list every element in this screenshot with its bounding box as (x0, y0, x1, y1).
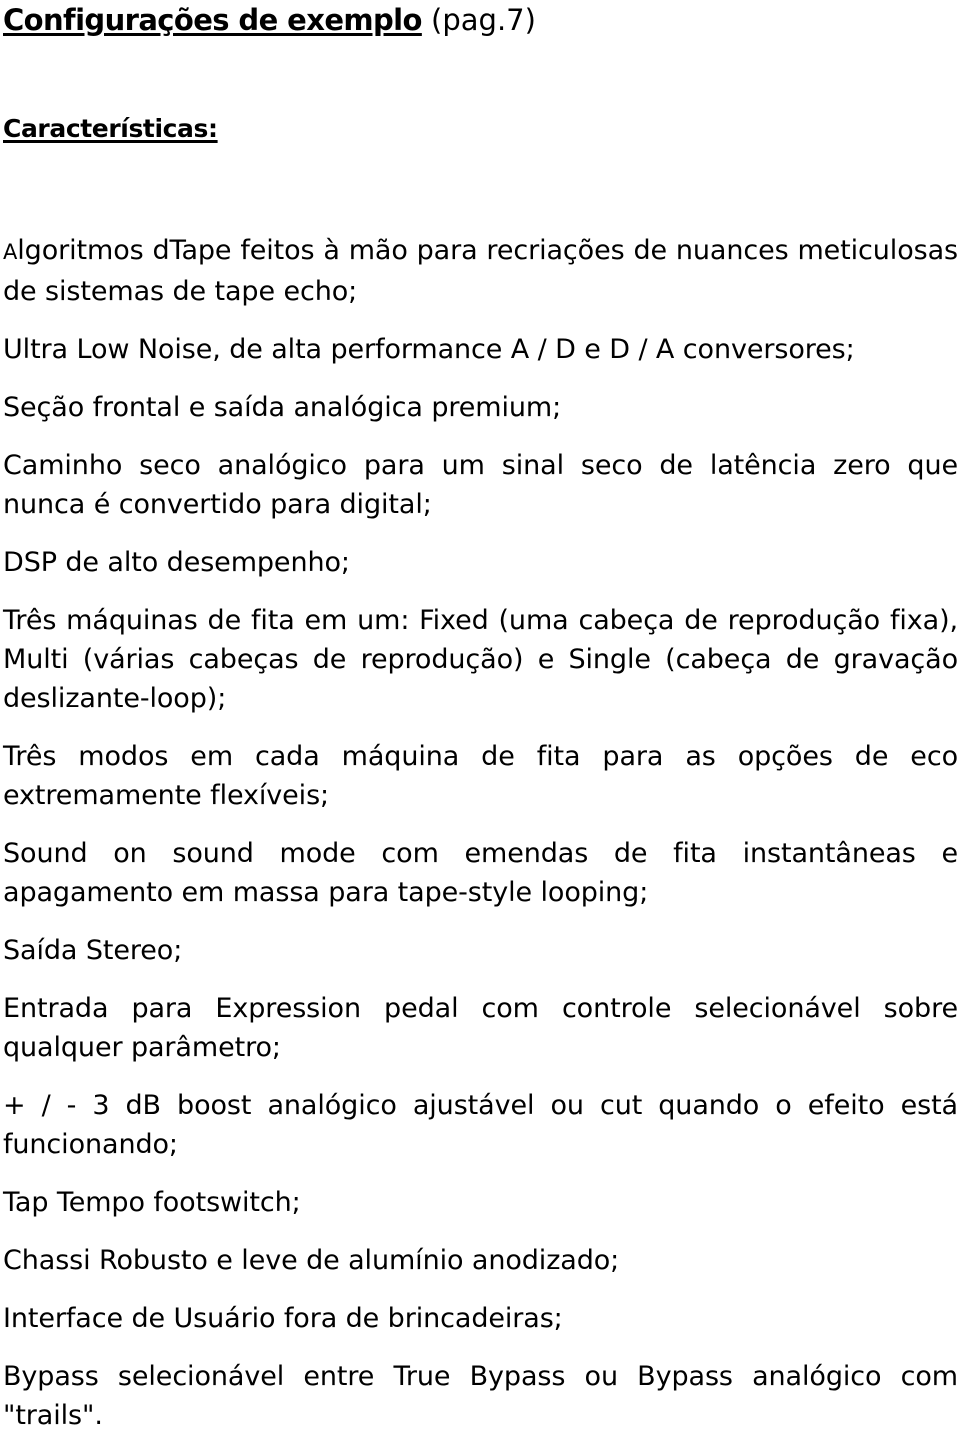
page-title: Configurações de exemplo (pag.7) (3, 0, 958, 40)
feature-item: Três modos em cada máquina de fita para … (3, 737, 958, 815)
feature-item: + / - 3 dB boost analógico ajustável ou … (3, 1086, 958, 1164)
feature-text: Três máquinas de fita em um: Fixed (uma … (3, 605, 958, 714)
feature-text: Caminho seco analógico para um sinal sec… (3, 450, 958, 520)
document-page: Configurações de exemplo (pag.7) Caracte… (0, 0, 960, 1453)
feature-item: Caminho seco analógico para um sinal sec… (3, 446, 958, 524)
feature-item: Três máquinas de fita em um: Fixed (uma … (3, 601, 958, 718)
feature-text: Sound on sound mode com emendas de fita … (3, 838, 958, 908)
page-title-main: Configurações de exemplo (3, 3, 422, 37)
feature-text: Chassi Robusto e leve de alumínio anodiz… (3, 1245, 620, 1276)
features-list: Algoritmos dTape feitos à mão para recri… (3, 231, 958, 1435)
feature-item: Saída Stereo; (3, 931, 958, 970)
feature-text: Bypass selecionável entre True Bypass ou… (3, 1361, 958, 1431)
feature-item: Seção frontal e saída analógica premium; (3, 388, 958, 427)
feature-item: Tap Tempo footswitch; (3, 1183, 958, 1222)
feature-item: Entrada para Expression pedal com contro… (3, 989, 958, 1067)
feature-text: Três modos em cada máquina de fita para … (3, 741, 958, 811)
feature-item: Sound on sound mode com emendas de fita … (3, 834, 958, 912)
feature-text: DSP de alto desempenho; (3, 547, 350, 578)
feature-item: Algoritmos dTape feitos à mão para recri… (3, 231, 958, 311)
feature-item: Ultra Low Noise, de alta performance A /… (3, 330, 958, 369)
feature-item: Chassi Robusto e leve de alumínio anodiz… (3, 1241, 958, 1280)
section-heading-caracteristicas: Características: (3, 114, 218, 143)
feature-lead-capital: A (3, 240, 18, 264)
feature-text: lgoritmos dTape feitos à mão para recria… (3, 235, 958, 307)
feature-text: + / - 3 dB boost analógico ajustável ou … (3, 1090, 958, 1160)
feature-text: Seção frontal e saída analógica premium; (3, 392, 562, 423)
feature-item: Bypass selecionável entre True Bypass ou… (3, 1357, 958, 1435)
feature-text: Tap Tempo footswitch; (3, 1187, 301, 1218)
feature-item: DSP de alto desempenho; (3, 543, 958, 582)
feature-text: Interface de Usuário fora de brincadeira… (3, 1303, 563, 1334)
feature-item: Interface de Usuário fora de brincadeira… (3, 1299, 958, 1338)
page-title-page-ref: (pag.7) (421, 3, 536, 37)
feature-text: Ultra Low Noise, de alta performance A /… (3, 334, 855, 365)
feature-text: Entrada para Expression pedal com contro… (3, 993, 958, 1063)
feature-text: Saída Stereo; (3, 935, 183, 966)
